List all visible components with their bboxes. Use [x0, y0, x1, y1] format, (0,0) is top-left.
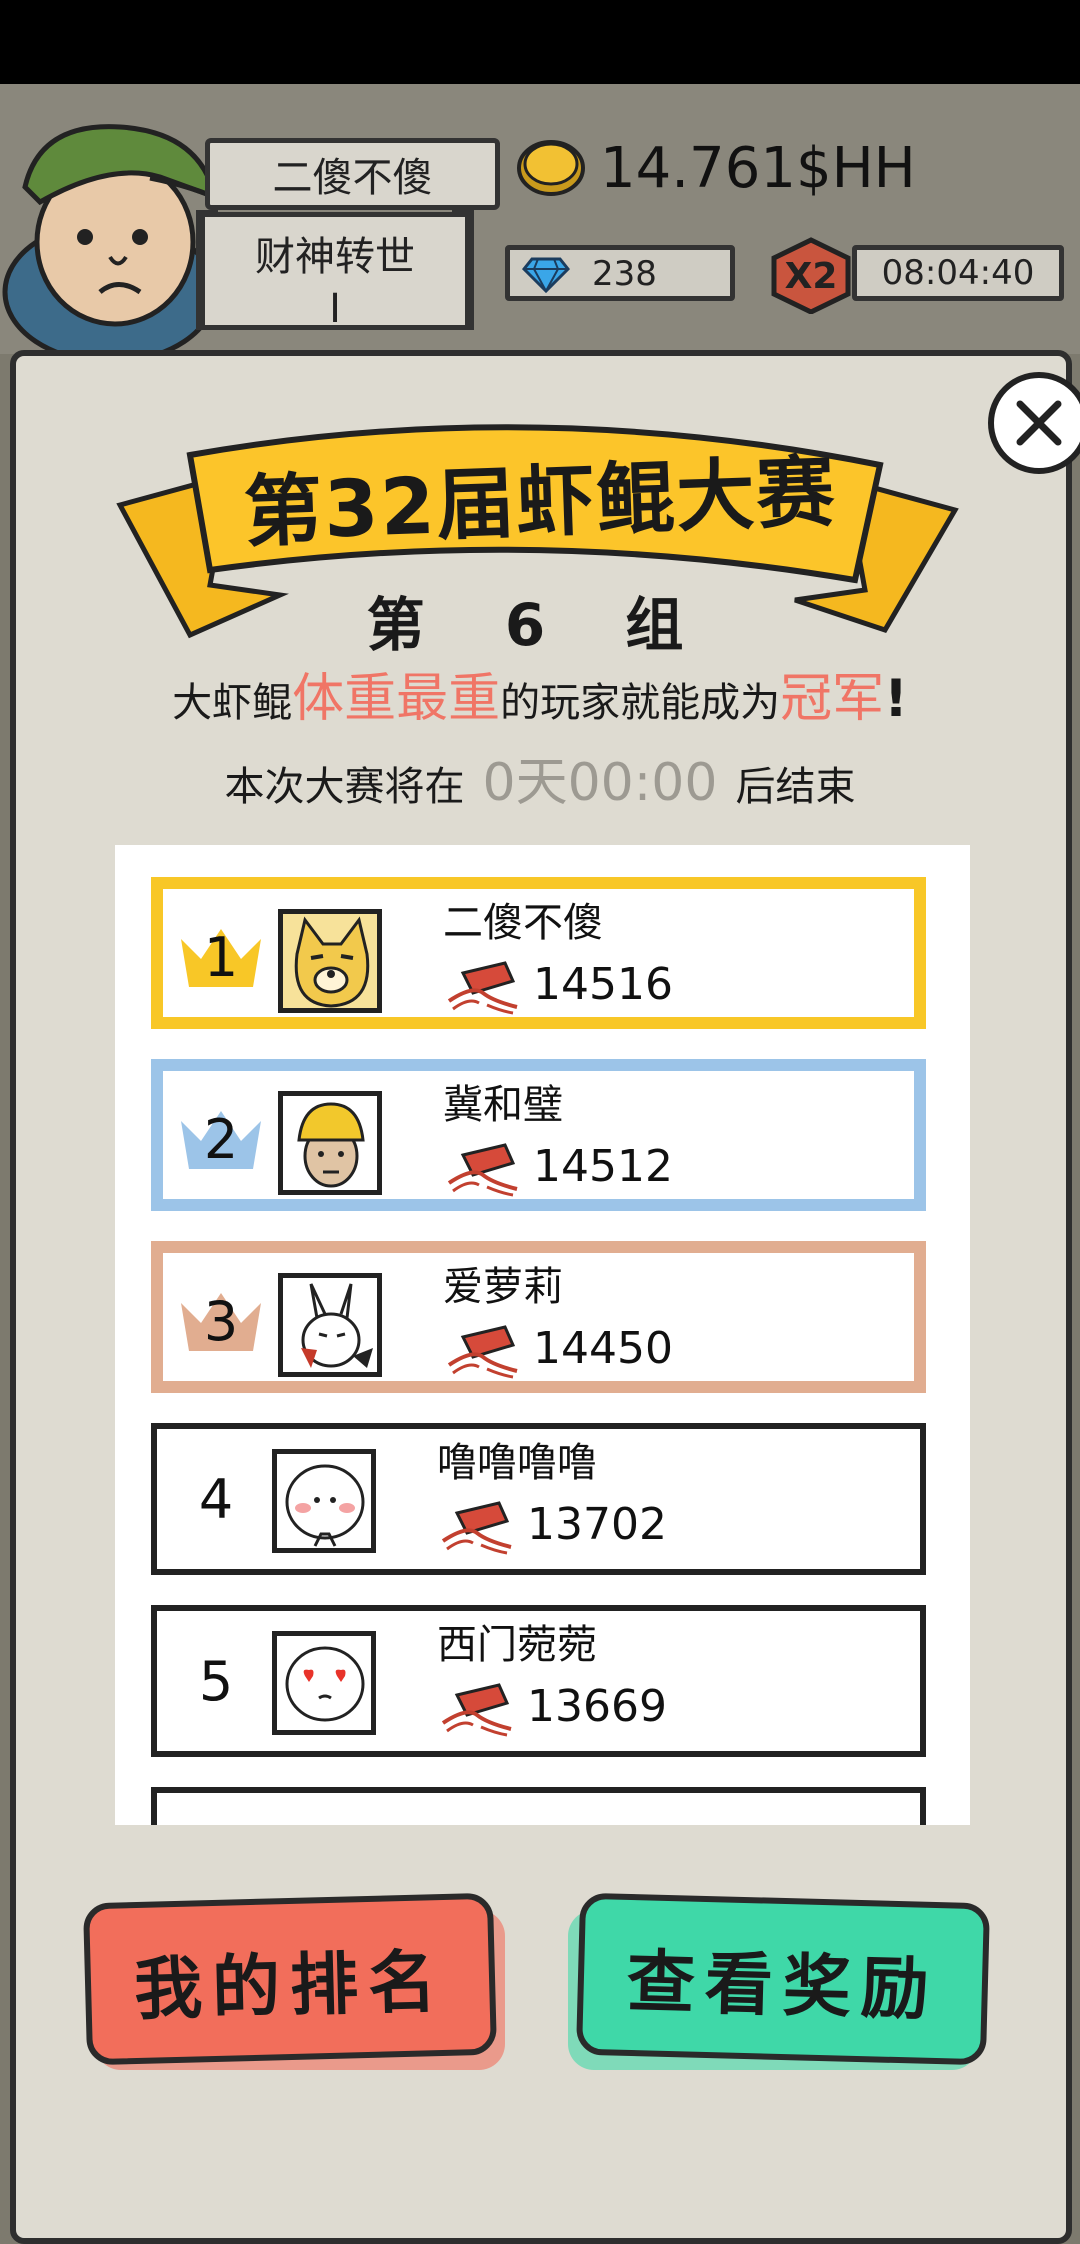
shrimp-weight: 14516 — [533, 959, 673, 1010]
end-time: 0天00:00 — [482, 753, 718, 813]
shrimp-weight: 14450 — [533, 1323, 673, 1374]
rule-highlight: 体重最重 — [292, 669, 501, 729]
rank-number: 3 — [203, 1290, 239, 1353]
leaderboard-row[interactable]: 4 噜噜噜噜 13702 — [151, 1423, 926, 1575]
player-title-plate: 财神转世 Ⅰ — [200, 212, 470, 332]
contest-title: 第32届虾鲲大赛 — [242, 447, 838, 559]
rule-prefix: 大虾鲲 — [172, 680, 293, 726]
shrimp-weight: 14512 — [533, 1141, 673, 1192]
close-button[interactable] — [988, 372, 1080, 474]
rank-number: 4 — [198, 1468, 234, 1531]
shrimp-icon — [447, 1143, 518, 1197]
player-title-level: Ⅰ — [329, 286, 341, 332]
rule-suffix: ! — [884, 669, 908, 729]
player-name: 二傻不傻 — [272, 155, 433, 201]
player-name: 西门菀菀 — [437, 1622, 597, 1668]
gem-counter[interactable]: 238 — [505, 245, 735, 301]
shrimp-icon — [447, 1325, 518, 1379]
rank-number: 1 — [203, 926, 239, 989]
leaderboard-row[interactable] — [151, 1787, 926, 1825]
coin-balance: 14.761$HH — [600, 136, 916, 201]
player-avatar-rabbit — [278, 1273, 382, 1377]
player-avatar-helmet — [278, 1091, 382, 1195]
status-bar — [0, 0, 1080, 84]
shrimp-icon — [441, 1501, 512, 1555]
my-rank-button[interactable]: 我的排名 — [82, 1892, 498, 2066]
x2-label: X2 — [785, 256, 838, 297]
boost-timer: 08:04:40 — [852, 245, 1064, 301]
shrimp-weight: 13702 — [527, 1499, 667, 1550]
contest-rule: 大虾鲲体重最重的玩家就能成为冠军! — [0, 656, 1080, 731]
end-suffix: 后结束 — [735, 764, 856, 810]
shrimp-icon — [441, 1683, 512, 1737]
rule-champion: 冠军 — [780, 669, 885, 729]
close-icon — [1016, 400, 1062, 446]
gem-count: 238 — [592, 254, 657, 294]
group-label: 第 6 组 — [366, 591, 714, 659]
player-avatar-heart-eyes — [272, 1631, 376, 1735]
leaderboard-row[interactable]: 5 西门菀菀 13669 — [151, 1605, 926, 1757]
rank-number: 5 — [198, 1650, 234, 1713]
leaderboard-row[interactable]: 2 冀和璧 14512 — [151, 1059, 926, 1211]
player-name: 爱萝莉 — [443, 1264, 563, 1310]
shrimp-weight: 13669 — [527, 1681, 667, 1732]
leaderboard-row[interactable]: 3 爱萝莉 14450 — [151, 1241, 926, 1393]
leaderboard-list[interactable]: 1 二傻不傻 14516 2 冀和璧 14512 3 爱萝莉 14450 4 噜… — [115, 845, 970, 1825]
player-name: 噜噜噜噜 — [437, 1440, 597, 1486]
player-name: 二傻不傻 — [443, 900, 603, 946]
diamond-icon — [522, 257, 570, 293]
end-prefix: 本次大赛将在 — [224, 764, 465, 810]
player-avatar-dog — [278, 909, 382, 1013]
player-avatar-blush — [272, 1449, 376, 1553]
view-reward-button[interactable]: 查看奖励 — [575, 1892, 991, 2066]
rank-number: 2 — [203, 1108, 239, 1171]
player-title: 财神转世 — [255, 234, 415, 280]
player-name: 冀和璧 — [443, 1082, 563, 1128]
coin-icon — [517, 140, 585, 196]
x2-multiplier-badge[interactable]: X2 — [770, 236, 852, 314]
player-name-plate: 二傻不傻 — [205, 138, 500, 210]
rule-middle: 的玩家就能成为 — [500, 680, 781, 726]
shrimp-icon — [447, 961, 518, 1015]
contest-end-countdown: 本次大赛将在 0天00:00 后结束 — [0, 740, 1080, 815]
leaderboard-row[interactable]: 1 二傻不傻 14516 — [151, 877, 926, 1029]
